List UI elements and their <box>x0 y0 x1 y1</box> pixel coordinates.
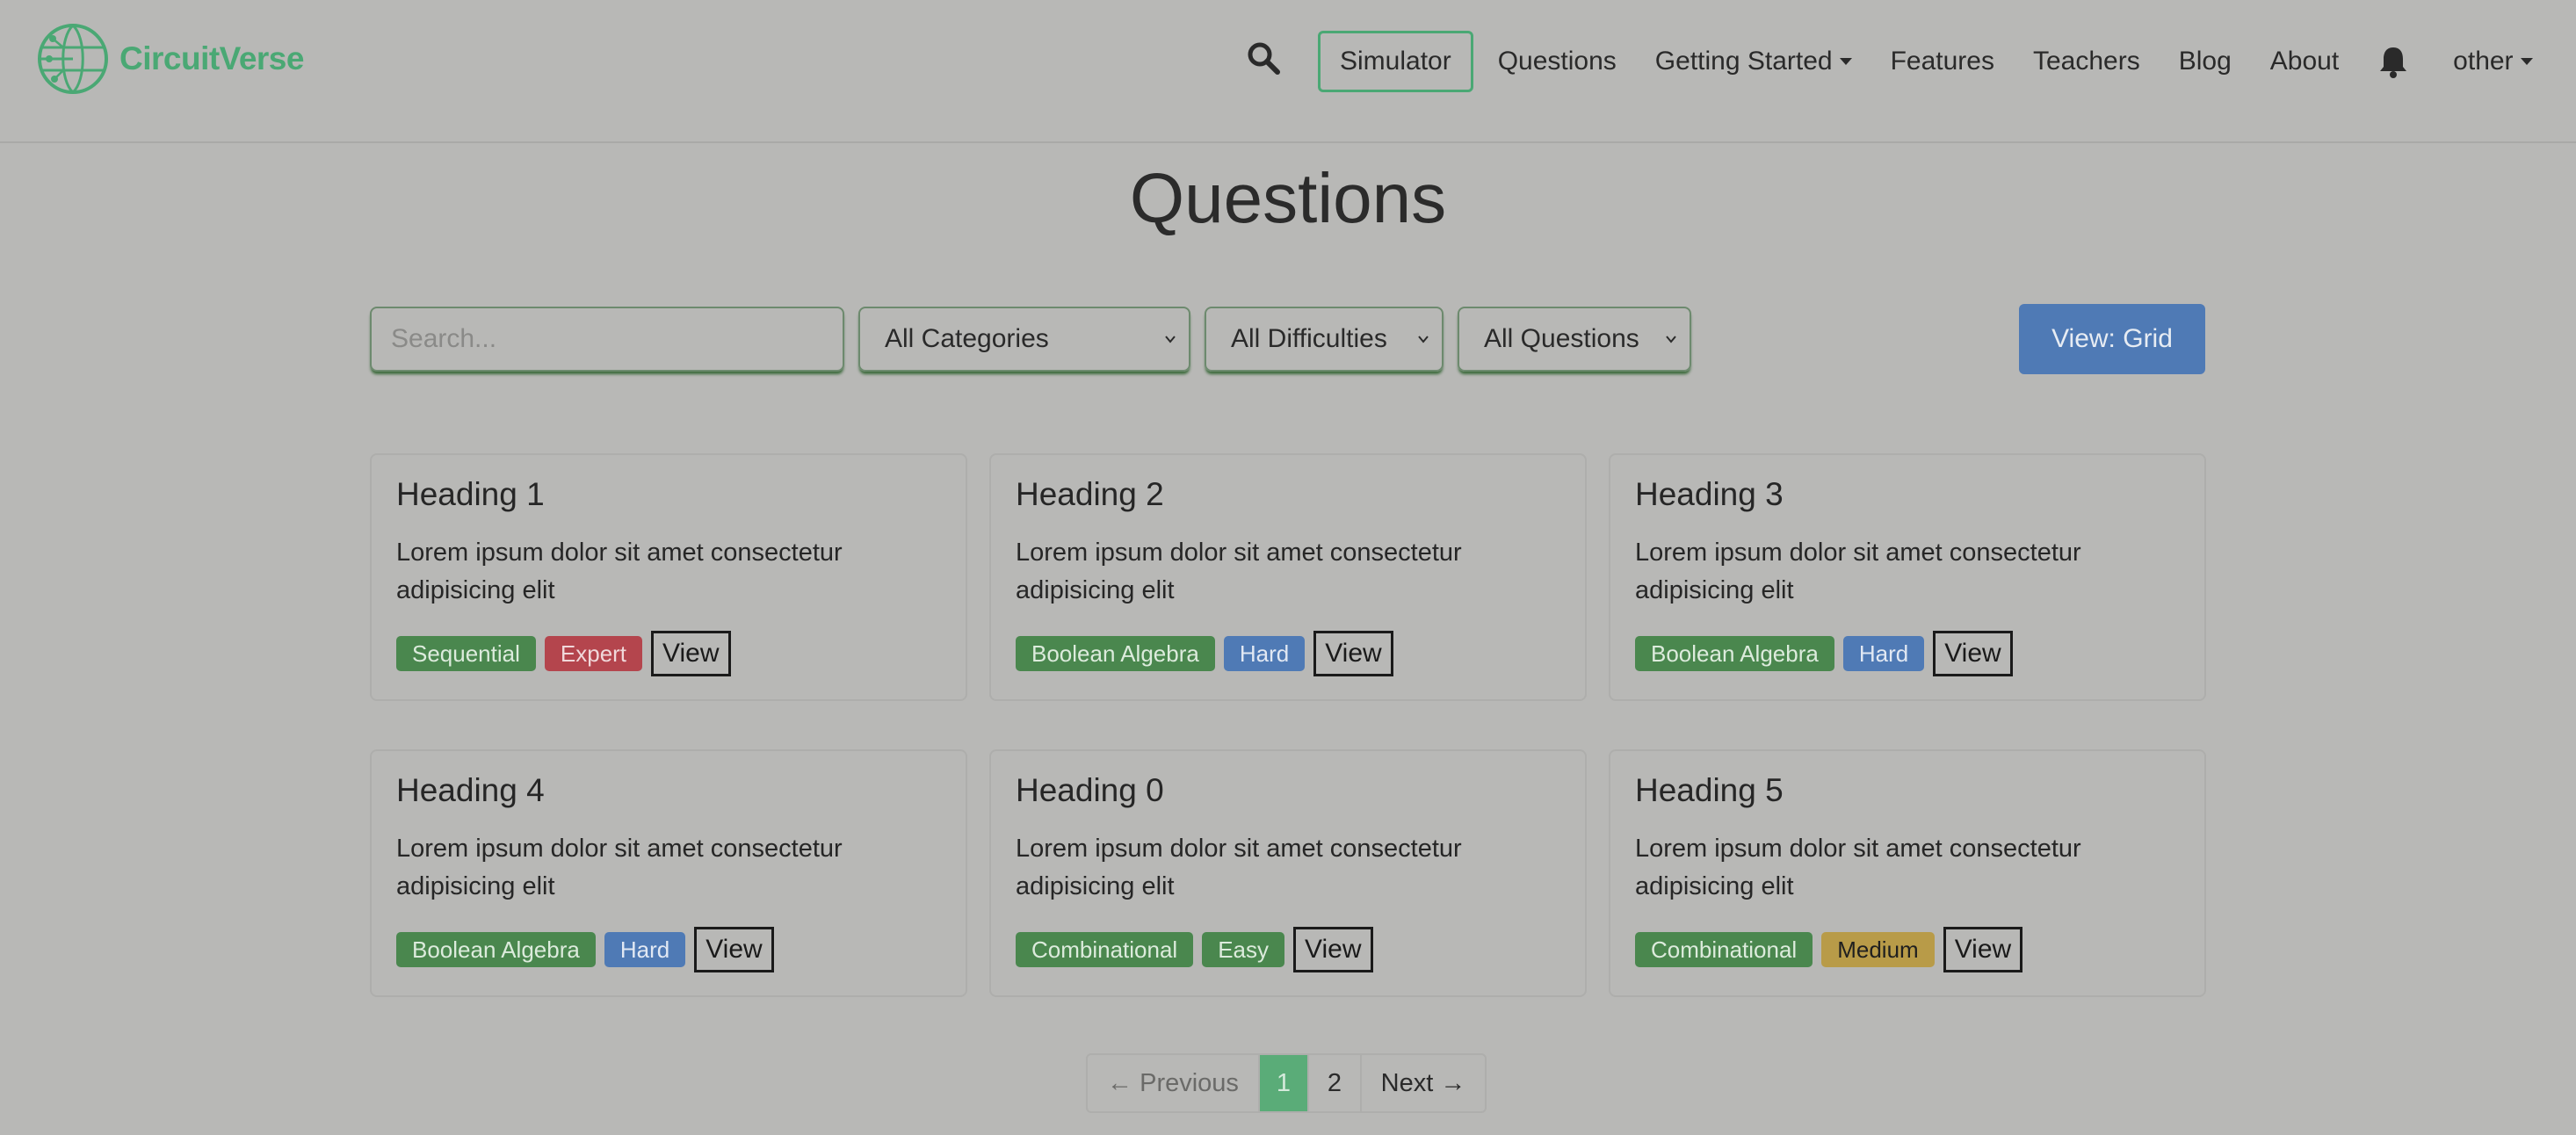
pagination-page-2[interactable]: 2 <box>1309 1055 1362 1111</box>
card-tags: Boolean Algebra Hard View <box>1016 631 1393 676</box>
card-heading: Heading 0 <box>1016 772 1164 808</box>
nav-features-link[interactable]: Features <box>1891 47 1994 76</box>
brand-name: CircuitVerse <box>119 40 304 76</box>
question-card: Heading 4 Lorem ipsum dolor sit amet con… <box>370 749 967 997</box>
chevron-down-icon <box>1165 336 1176 343</box>
navbar: CircuitVerse Simulator Questions Getting… <box>0 0 2576 143</box>
chevron-down-icon <box>1839 58 1852 65</box>
card-heading: Heading 4 <box>396 772 545 808</box>
difficulty-badge: Hard <box>604 932 686 967</box>
difficulty-badge: Hard <box>1842 636 1925 671</box>
user-menu-label: other <box>2453 47 2514 76</box>
search-icon[interactable] <box>1246 40 1281 76</box>
nav-simulator-button[interactable]: Simulator <box>1318 31 1473 92</box>
bell-icon[interactable] <box>2377 45 2409 78</box>
category-badge: Boolean Algebra <box>396 932 596 967</box>
nav-getting-started-label: Getting Started <box>1654 47 1833 76</box>
pagination: ← Previous 1 2 Next → <box>1086 1053 1487 1113</box>
category-select-value: All Categories <box>885 324 1049 353</box>
question-card: Heading 5 Lorem ipsum dolor sit amet con… <box>1609 749 2206 997</box>
category-select[interactable]: All Categories <box>858 307 1190 372</box>
difficulty-select-value: All Difficulties <box>1231 324 1387 353</box>
chevron-down-icon <box>2520 58 2533 65</box>
question-card: Heading 1 Lorem ipsum dolor sit amet con… <box>370 453 967 701</box>
question-card: Heading 2 Lorem ipsum dolor sit amet con… <box>989 453 1587 701</box>
card-tags: Boolean Algebra Hard View <box>1635 631 2013 676</box>
difficulty-badge: Easy <box>1202 932 1285 967</box>
questions-select[interactable]: All Questions <box>1458 307 1691 372</box>
nav-menu: Simulator Questions Getting Started Feat… <box>1318 30 2533 93</box>
card-description: Lorem ipsum dolor sit amet consectetur a… <box>396 539 843 604</box>
page-title: Questions <box>1129 159 1447 237</box>
view-toggle-button[interactable]: View: Grid <box>2019 304 2205 374</box>
card-heading: Heading 1 <box>396 476 545 512</box>
view-question-button[interactable]: View <box>1313 631 1393 676</box>
nav-teachers-link[interactable]: Teachers <box>2033 47 2140 76</box>
question-card: Heading 3 Lorem ipsum dolor sit amet con… <box>1609 453 2206 701</box>
view-question-button[interactable]: View <box>694 927 774 972</box>
category-badge: Sequential <box>396 636 536 671</box>
questions-select-value: All Questions <box>1484 324 1639 353</box>
chevron-down-icon <box>1418 336 1429 343</box>
difficulty-badge: Medium <box>1821 932 1935 967</box>
card-tags: Combinational Medium View <box>1635 927 2023 972</box>
view-question-button[interactable]: View <box>1943 927 2023 972</box>
difficulty-badge: Hard <box>1223 636 1306 671</box>
category-badge: Boolean Algebra <box>1016 636 1215 671</box>
chevron-down-icon <box>1666 336 1676 343</box>
circuitverse-logo <box>38 24 108 94</box>
view-question-button[interactable]: View <box>651 631 731 676</box>
card-description: Lorem ipsum dolor sit amet consectetur a… <box>1016 835 1462 900</box>
pagination-page-1[interactable]: 1 <box>1260 1055 1309 1111</box>
nav-getting-started-dropdown[interactable]: Getting Started <box>1655 47 1852 76</box>
card-heading: Heading 5 <box>1635 772 1784 808</box>
card-heading: Heading 3 <box>1635 476 1784 512</box>
nav-questions-link[interactable]: Questions <box>1498 47 1617 76</box>
card-tags: Sequential Expert View <box>396 631 731 676</box>
brand-link[interactable]: CircuitVerse <box>35 19 304 98</box>
card-description: Lorem ipsum dolor sit amet consectetur a… <box>1635 539 2081 604</box>
category-badge: Boolean Algebra <box>1635 636 1834 671</box>
card-description: Lorem ipsum dolor sit amet consectetur a… <box>1016 539 1462 604</box>
card-tags: Boolean Algebra Hard View <box>396 927 774 972</box>
card-tags: Combinational Easy View <box>1016 927 1373 972</box>
view-question-button[interactable]: View <box>1293 927 1373 972</box>
user-menu-dropdown[interactable]: other <box>2453 47 2533 76</box>
category-badge: Combinational <box>1016 932 1194 967</box>
view-question-button[interactable]: View <box>1933 631 2013 676</box>
nav-blog-link[interactable]: Blog <box>2179 47 2232 76</box>
category-badge: Combinational <box>1635 932 1813 967</box>
question-card: Heading 0 Lorem ipsum dolor sit amet con… <box>989 749 1587 997</box>
pagination-next[interactable]: Next → <box>1362 1055 1485 1111</box>
search-input[interactable] <box>370 307 844 372</box>
card-heading: Heading 2 <box>1016 476 1164 512</box>
difficulty-badge: Expert <box>544 636 643 671</box>
pagination-previous[interactable]: ← Previous <box>1088 1055 1260 1111</box>
nav-about-link[interactable]: About <box>2270 47 2339 76</box>
card-description: Lorem ipsum dolor sit amet consectetur a… <box>1635 835 2081 900</box>
card-description: Lorem ipsum dolor sit amet consectetur a… <box>396 835 843 900</box>
difficulty-select[interactable]: All Difficulties <box>1205 307 1444 372</box>
